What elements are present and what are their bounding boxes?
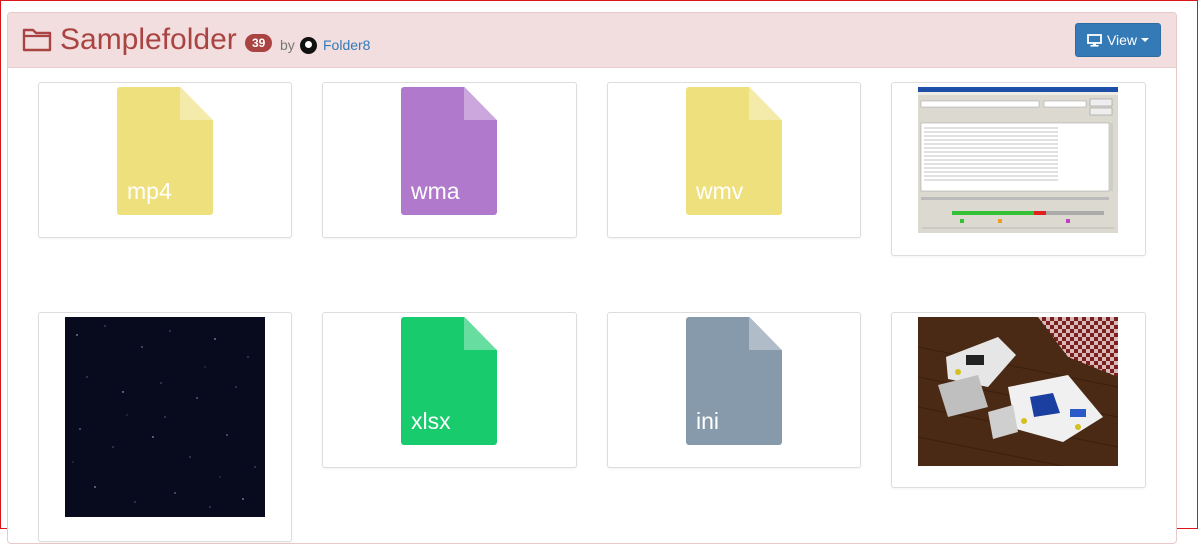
file-card-mp4[interactable]: mp4 [38, 82, 292, 238]
page-fold [180, 87, 213, 120]
starfield-thumbnail [65, 317, 265, 517]
item-count-badge: 39 [245, 34, 273, 52]
monitor-icon [1087, 33, 1102, 47]
file-icon: xlsx [401, 317, 497, 445]
file-icon: wma [401, 87, 497, 215]
file-extension-label: mp4 [127, 178, 172, 204]
view-dropdown-button[interactable]: View [1075, 23, 1161, 57]
file-card-wmv[interactable]: wmv [607, 82, 861, 238]
image-card-spaceship[interactable] [891, 312, 1146, 488]
file-icon: ini [686, 317, 782, 445]
panel-heading: Samplefolder 39 by Folder8 View [8, 13, 1176, 68]
app-screenshot-thumbnail [918, 87, 1118, 233]
page-fold [749, 317, 782, 350]
spaceship-photo-thumbnail [918, 317, 1118, 466]
file-card-xlsx[interactable]: xlsx [322, 312, 577, 468]
folder-open-icon [22, 28, 52, 52]
file-icon: wmv [686, 87, 782, 215]
file-extension-label: wmv [696, 178, 744, 204]
by-label: by [280, 37, 295, 53]
image-card-starfield[interactable] [38, 312, 292, 542]
file-card-ini[interactable]: ini [607, 312, 861, 468]
owner-link[interactable]: Folder8 [323, 37, 370, 53]
file-extension-label: xlsx [411, 408, 451, 434]
file-extension-label: ini [696, 408, 720, 434]
folder-title: Samplefolder [60, 23, 237, 56]
image-card-screenshot[interactable] [891, 82, 1146, 256]
view-button-label: View [1106, 32, 1138, 48]
page-fold [464, 317, 497, 350]
file-icon: mp4 [117, 87, 213, 215]
page-fold [464, 87, 497, 120]
file-card-wma[interactable]: wma [322, 82, 577, 238]
caret-down-icon [1141, 38, 1150, 42]
page-fold [749, 87, 782, 120]
owner-avatar [300, 37, 317, 54]
file-extension-label: wma [411, 178, 460, 204]
